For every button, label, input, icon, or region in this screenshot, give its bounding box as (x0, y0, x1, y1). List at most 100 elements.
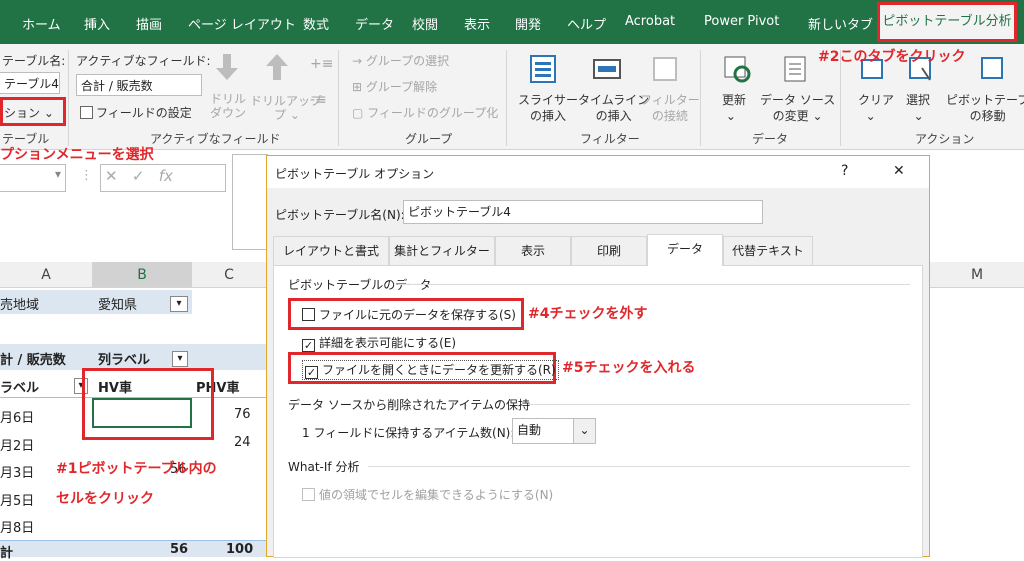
change-datasource-button[interactable]: データ ソース の変更 ⌄ (760, 92, 835, 124)
close-icon[interactable]: ✕ (893, 163, 905, 179)
tab-draw[interactable]: 描画 (136, 14, 162, 33)
function-icon[interactable]: fx (159, 167, 173, 185)
tab-layout-format[interactable]: レイアウトと書式 (273, 236, 389, 266)
drill-down-button[interactable]: ドリル ダウン (210, 92, 246, 120)
section-whatif: What-If 分析 (288, 460, 360, 474)
group-selection-button[interactable]: → グループの選択 (352, 52, 449, 69)
retain-items-select[interactable]: 自動 ⌄ (512, 418, 596, 444)
group-label-data: データ (752, 132, 789, 146)
tab-pivottable-analyze[interactable]: ピボットテーブル分析 (877, 2, 1017, 42)
options-button[interactable]: ション ⌄ (4, 104, 54, 121)
column-label-dropdown-icon[interactable]: ▾ (172, 351, 188, 367)
tab-data[interactable]: データ (355, 14, 394, 33)
expand-field-icon[interactable]: +≡ (310, 56, 333, 72)
tab-home[interactable]: ホーム (22, 14, 61, 33)
cancel-icon[interactable]: ✕ (105, 167, 118, 185)
confirm-icon[interactable]: ✓ (132, 167, 145, 185)
group-label-filter: フィルター (580, 132, 640, 146)
cell-region-label[interactable]: 売地域 (0, 294, 39, 313)
field-settings-button[interactable]: フィールドの設定 (80, 104, 192, 121)
tab-help[interactable]: ヘルプ (567, 14, 606, 33)
select-button[interactable]: 選択 ⌄ (906, 92, 930, 124)
retain-items-label: 1 フィールドに保持するアイテム数(N): (302, 426, 515, 440)
tab-alt-text[interactable]: 代替テキスト (723, 236, 813, 266)
tab-formulas[interactable]: 数式 (303, 14, 329, 33)
grand-total-phv[interactable]: 100 (226, 542, 253, 557)
insert-timeline-button[interactable]: タイムライン の挿入 (578, 92, 649, 124)
tab-developer[interactable]: 開発 (515, 14, 541, 33)
refresh-icon (724, 56, 751, 83)
column-header-a[interactable]: A (0, 262, 92, 288)
checkmark-icon[interactable]: ✓ (302, 339, 315, 352)
tab-printing[interactable]: 印刷 (571, 236, 647, 266)
tab-new-tab[interactable]: 新しいタブ (808, 14, 873, 33)
row-label[interactable]: 月8日 (0, 517, 34, 536)
checkbox-unchecked[interactable] (302, 308, 315, 321)
ribbon-separator (506, 50, 507, 146)
section-divider (528, 404, 910, 405)
section-retain-items: データ ソースから削除されたアイテムの保持 (288, 398, 531, 412)
cell-value[interactable]: 76 (234, 407, 251, 422)
chevron-down-icon: ⌄ (722, 109, 736, 123)
move-pivottable-button[interactable]: ピボットテーブ の移動 (946, 92, 1024, 124)
row-label[interactable]: 月5日 (0, 490, 34, 509)
cell-region-value[interactable]: 愛知県 (98, 294, 137, 313)
row-label[interactable]: 月6日 (0, 407, 34, 426)
cell-row-label[interactable]: ラベル (0, 377, 39, 396)
arrow-up-icon (266, 54, 288, 80)
change-datasource-icon (784, 56, 806, 82)
pivottable-name-input[interactable]: テーブル4 (0, 72, 60, 94)
tab-acrobat[interactable]: Acrobat (625, 14, 675, 29)
row-label[interactable]: 月2日 (0, 435, 34, 454)
group-field-button[interactable]: ▢ フィールドのグループ化 (352, 104, 498, 121)
cell-column-label[interactable]: 列ラベル (98, 349, 150, 368)
column-header-c[interactable]: C (192, 262, 266, 288)
collapse-field-icon[interactable]: -≡ (310, 92, 327, 108)
insert-slicer-button[interactable]: スライサー の挿入 (518, 92, 578, 124)
group-label-action: アクション (915, 132, 975, 146)
name-box[interactable]: ▾ (0, 164, 66, 192)
clear-button[interactable]: クリア ⌄ (858, 92, 894, 124)
annotation-step5: #5チェックを入れる (562, 360, 696, 376)
enable-show-details-checkbox[interactable]: ✓ 詳細を表示可能にする(E) (302, 334, 456, 352)
tab-totals-filters[interactable]: 集計とフィルター (389, 236, 495, 266)
refresh-button[interactable]: 更新 ⌄ (722, 92, 746, 124)
tab-display[interactable]: 表示 (495, 236, 571, 266)
formula-bar-buttons: ✕ ✓ fx (100, 164, 226, 192)
tab-data[interactable]: データ (647, 234, 723, 266)
formula-input[interactable] (232, 154, 268, 250)
move-pivottable-icon (981, 57, 1003, 79)
grand-total-hv[interactable]: 56 (170, 542, 188, 557)
column-header-b[interactable]: B (92, 262, 192, 288)
section-divider (368, 466, 910, 467)
chevron-down-icon: ⌄ (573, 419, 595, 443)
checkbox-disabled[interactable] (302, 488, 315, 501)
filter-dropdown-icon[interactable]: ▾ (170, 296, 188, 312)
grand-total-label[interactable]: 計 (0, 542, 13, 561)
column-header-m[interactable]: M (930, 262, 1024, 288)
tab-review[interactable]: 校閲 (412, 14, 438, 33)
edit-values-checkbox[interactable]: 値の領域でセルを編集できるようにする(N) (302, 486, 553, 503)
pivottable-name-label: ピボットテーブル名(N): (275, 208, 405, 222)
save-source-data-checkbox[interactable]: ファイルに元のデータを保存する(S) (302, 306, 516, 323)
tab-insert[interactable]: 挿入 (84, 14, 110, 33)
dialog-titlebar: ピボットテーブル オプション ? ✕ (267, 156, 929, 188)
tab-power-pivot[interactable]: Power Pivot (704, 14, 779, 29)
checkmark-icon[interactable]: ✓ (305, 366, 318, 379)
help-icon[interactable]: ? (841, 163, 848, 179)
row-label[interactable]: 月3日 (0, 462, 34, 481)
dialog-name-input[interactable]: ピボットテーブル4 (403, 200, 763, 224)
annotation-step1-line1: #1ピボットテーブル内の (56, 461, 217, 477)
tab-page-layout[interactable]: ページ レイアウト (188, 14, 296, 33)
ungroup-button[interactable]: ⊞ グループ解除 (352, 78, 437, 95)
filter-connection-icon (653, 57, 677, 81)
cell-sum-label[interactable]: 計 / 販売数 (0, 349, 66, 368)
cell-value[interactable]: 24 (234, 435, 251, 450)
refresh-on-open-checkbox[interactable]: ✓ ファイルを開くときにデータを更新する(R) (302, 360, 559, 380)
formula-bar-dots: ⋮ (80, 168, 93, 183)
filter-connection-button[interactable]: フィルター の接続 (640, 92, 700, 124)
cell-highlight-box (82, 368, 214, 440)
group-field-icon: ▢ (352, 106, 368, 120)
tab-view[interactable]: 表示 (464, 14, 490, 33)
active-field-input[interactable]: 合計 / 販売数 (76, 74, 202, 96)
